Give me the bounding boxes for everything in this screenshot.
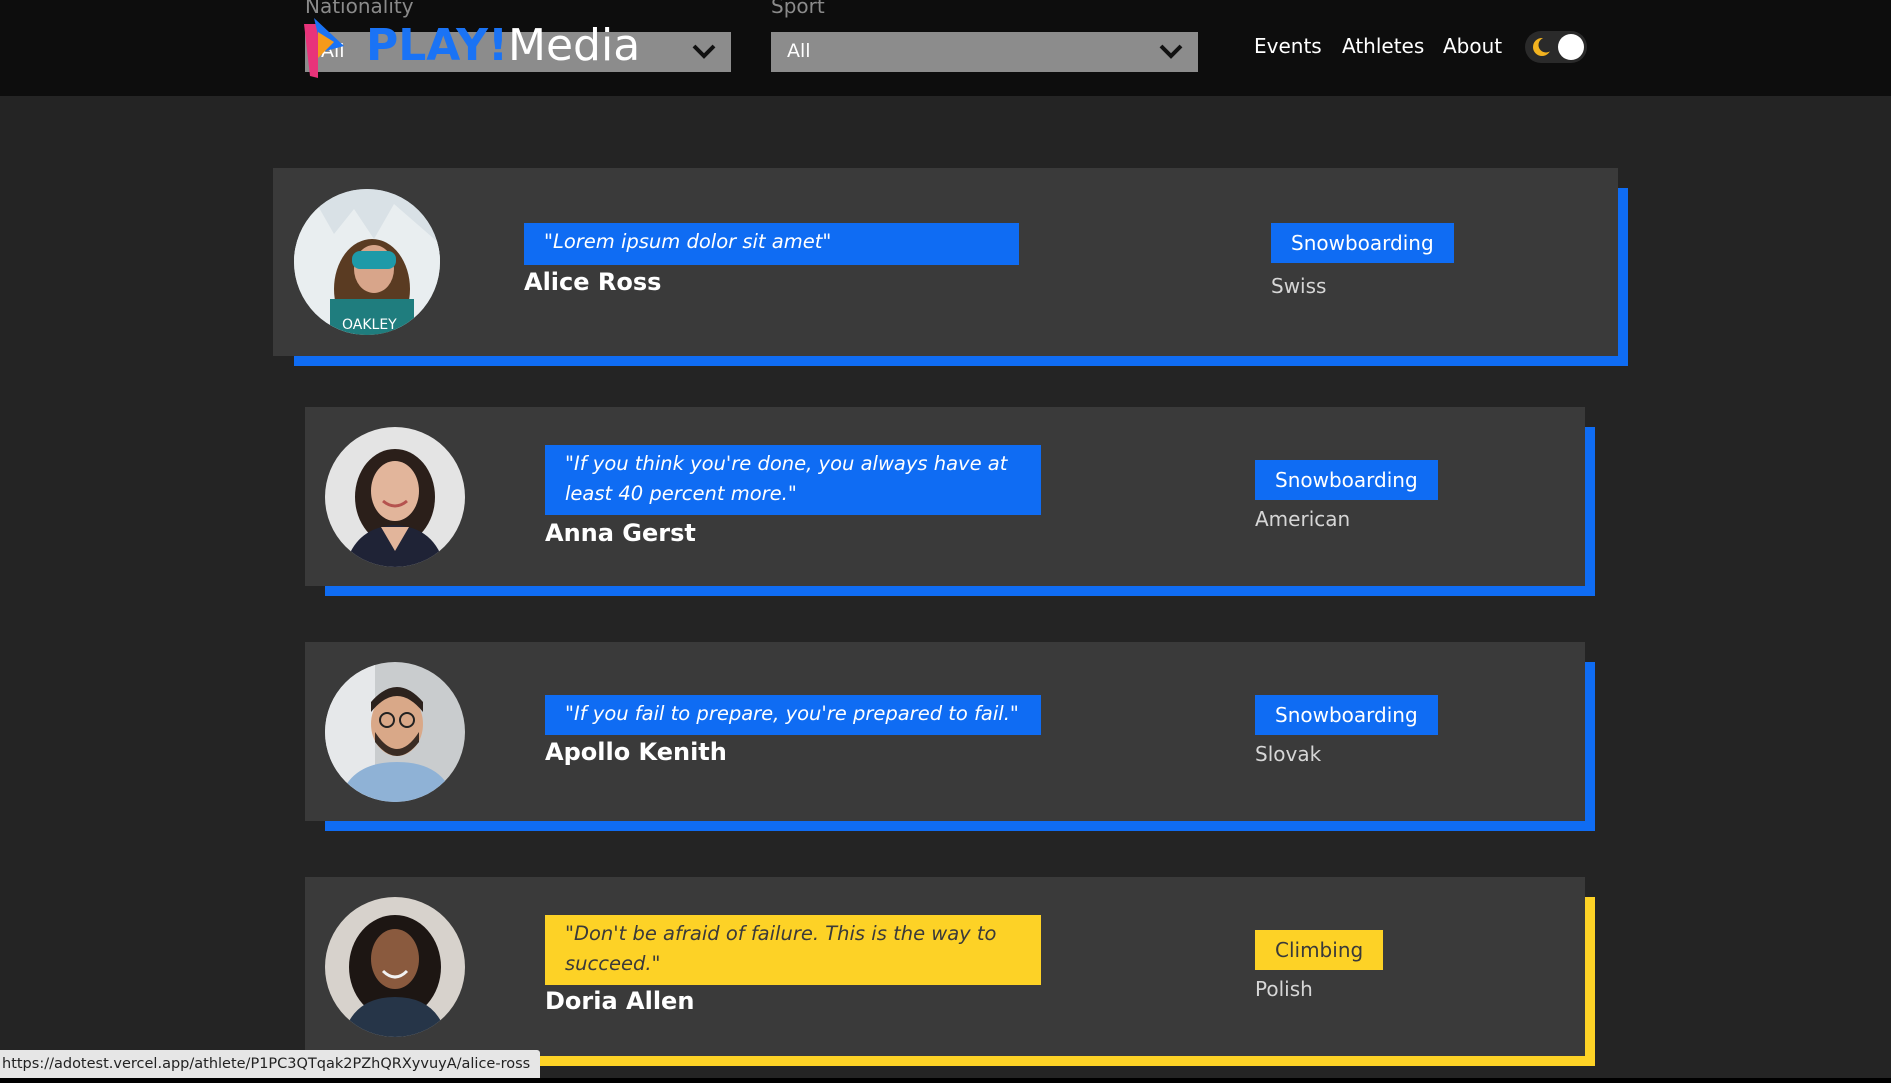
athlete-card-apollo-kenith[interactable]: "If you fail to prepare, you're prepared… bbox=[305, 642, 1585, 821]
athlete-name: Alice Ross bbox=[524, 268, 662, 296]
athlete-name: Apollo Kenith bbox=[545, 738, 727, 766]
bottom-edge bbox=[0, 1078, 1891, 1083]
chevron-down-icon bbox=[691, 42, 717, 64]
link-preview-status-bar: https://adotest.vercel.app/athlete/P1PC3… bbox=[0, 1050, 541, 1078]
sport-filter-label: Sport bbox=[771, 0, 825, 18]
athlete-photo-alice-ross: OAKLEY bbox=[294, 189, 440, 335]
athlete-name: Anna Gerst bbox=[545, 519, 696, 547]
sport-select-value: All bbox=[787, 40, 811, 62]
chevron-down-icon bbox=[1158, 42, 1184, 64]
athlete-photo-doria-allen bbox=[325, 897, 465, 1037]
sport-badge: Climbing bbox=[1255, 930, 1384, 970]
athlete-quote: "If you fail to prepare, you're prepared… bbox=[545, 695, 1041, 735]
athlete-card-doria-allen[interactable]: "Don't be afraid of failure. This is the… bbox=[305, 877, 1585, 1056]
athlete-nationality: Slovak bbox=[1255, 742, 1322, 766]
nav-events[interactable]: Events bbox=[1254, 34, 1322, 58]
sport-select[interactable]: All bbox=[771, 32, 1198, 72]
athlete-card-alice-ross[interactable]: OAKLEY "Lorem ipsum dolor sit amet" Alic… bbox=[273, 168, 1618, 356]
sport-badge: Snowboarding bbox=[1255, 460, 1438, 500]
toggle-knob bbox=[1558, 34, 1584, 60]
athlete-card-anna-gerst[interactable]: "If you think you're done, you always ha… bbox=[305, 407, 1585, 586]
sport-badge: Snowboarding bbox=[1271, 223, 1454, 263]
athlete-quote: "Lorem ipsum dolor sit amet" bbox=[524, 223, 1019, 265]
nationality-filter-label: Nationality bbox=[305, 0, 414, 18]
sport-badge: Snowboarding bbox=[1255, 695, 1438, 735]
athlete-name: Doria Allen bbox=[545, 987, 695, 1015]
athlete-quote: "Don't be afraid of failure. This is the… bbox=[545, 915, 1041, 985]
athlete-photo-anna-gerst bbox=[325, 427, 465, 567]
theme-toggle[interactable] bbox=[1525, 31, 1587, 63]
logo-media-text: Media bbox=[508, 20, 641, 71]
logo-play-text: PLAY! bbox=[366, 20, 509, 71]
nav-about[interactable]: About bbox=[1443, 34, 1502, 58]
moon-icon bbox=[1531, 36, 1554, 62]
top-header: Nationality All Sport All PLAY! Media Ev… bbox=[0, 0, 1891, 96]
logo-mark-icon bbox=[304, 18, 352, 84]
athlete-photo-apollo-kenith bbox=[325, 662, 465, 802]
svg-text:OAKLEY: OAKLEY bbox=[342, 317, 397, 333]
page: Nationality All Sport All PLAY! Media Ev… bbox=[0, 0, 1891, 1083]
athlete-nationality: Swiss bbox=[1271, 274, 1327, 298]
nav-athletes[interactable]: Athletes bbox=[1342, 34, 1424, 58]
athlete-nationality: American bbox=[1255, 507, 1351, 531]
athlete-nationality: Polish bbox=[1255, 977, 1313, 1001]
athlete-quote: "If you think you're done, you always ha… bbox=[545, 445, 1041, 515]
